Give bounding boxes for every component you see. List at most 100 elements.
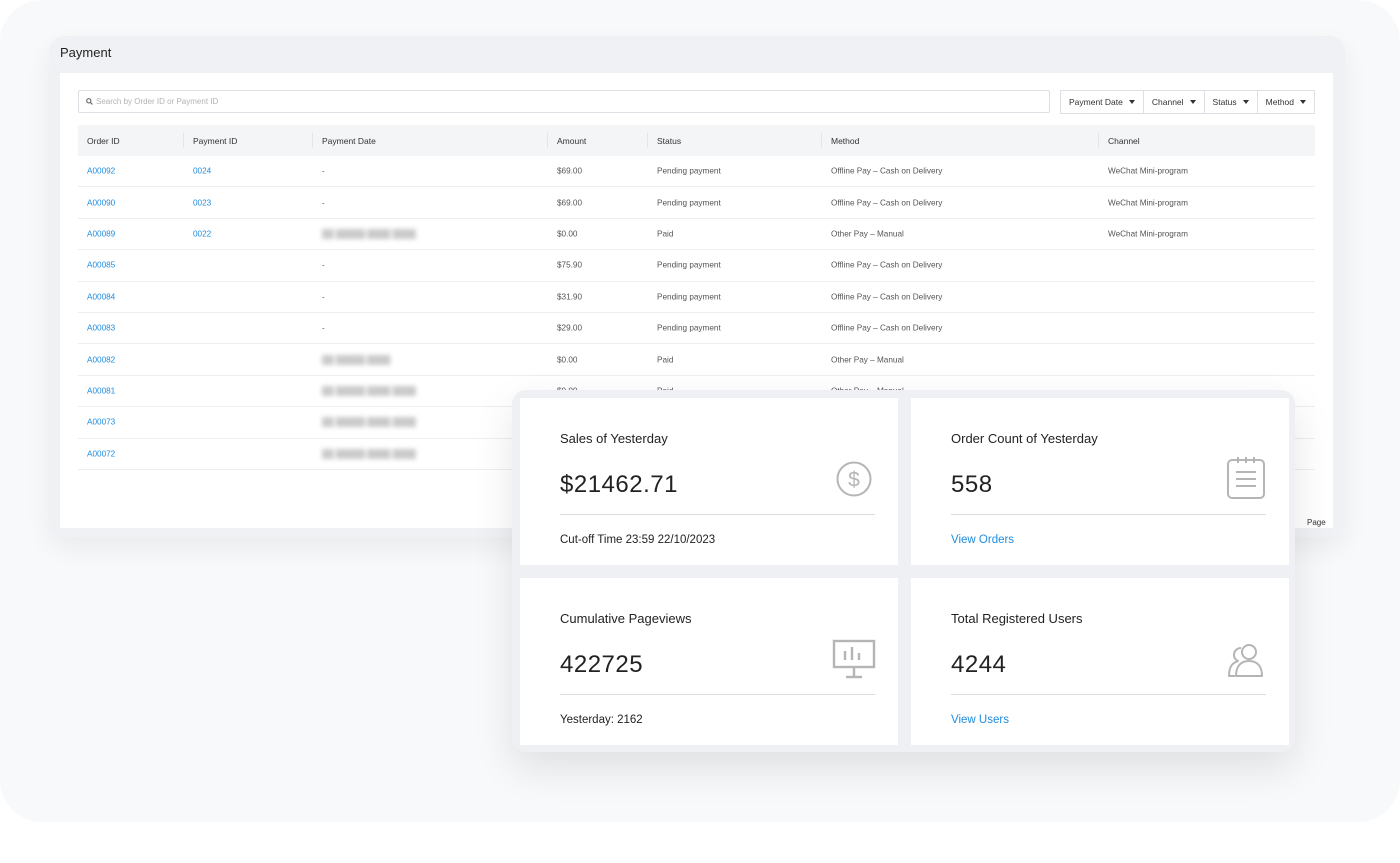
pageviews-card: Cumulative Pageviews 422725 Yesterday: 2…	[520, 578, 898, 745]
status-cell: Paid	[657, 229, 674, 239]
table-row[interactable]: A00089 0022 ██ █████ ████ ████ $0.00 Paid Oth…	[78, 219, 1315, 251]
table-row[interactable]: A00083 - $29.00 Pending payment Offline Pay …	[78, 313, 1315, 345]
filter-label: Channel	[1151, 97, 1184, 107]
filter-label: Status	[1212, 97, 1237, 107]
card-divider	[951, 514, 1266, 515]
filter-method[interactable]: Method	[1256, 90, 1316, 114]
order-id-link[interactable]: A00090	[87, 198, 115, 207]
card-label: Total Registered Users	[951, 611, 1083, 626]
channel-cell: WeChat Mini-program	[1108, 229, 1188, 239]
sales-card: Sales of Yesterday $21462.71 $ Cut-off T…	[520, 398, 898, 565]
column-header[interactable]: Method	[831, 136, 859, 146]
column-header[interactable]: Amount	[557, 136, 586, 146]
order-id-link[interactable]: A00073	[87, 418, 115, 427]
filter-label: Method	[1265, 97, 1295, 107]
status-cell: Pending payment	[657, 198, 721, 208]
order-id-link[interactable]: A00084	[87, 292, 115, 301]
channel-cell: WeChat Mini-program	[1108, 166, 1188, 176]
column-header[interactable]: Order ID	[87, 136, 120, 146]
caret-down-icon	[1189, 100, 1196, 104]
table-row[interactable]: A00085 - $75.90 Pending payment Offline Pay …	[78, 250, 1315, 282]
status-cell: Pending payment	[657, 260, 721, 270]
presentation-chart-icon	[832, 639, 876, 679]
method-cell: Other Pay – Manual	[831, 355, 904, 365]
filter-bar: Payment Date Channel Status Method	[1060, 90, 1316, 114]
svg-text:$: $	[848, 469, 860, 492]
status-cell: Pending payment	[657, 292, 721, 302]
payment-date-cell: ██ █████ ████ ████	[322, 449, 416, 459]
payment-date-cell: ██ █████ ████	[322, 355, 391, 365]
order-id-link[interactable]: A00083	[87, 324, 115, 333]
order-id-link[interactable]: A00072	[87, 449, 115, 458]
payment-date-cell: ██ █████ ████ ████	[322, 229, 416, 239]
filter-status[interactable]: Status	[1203, 90, 1258, 114]
caret-down-icon	[1300, 100, 1307, 104]
filter-payment-date[interactable]: Payment Date	[1060, 90, 1144, 114]
method-cell: Offline Pay – Cash on Delivery	[831, 292, 943, 302]
table-row[interactable]: A00082 ██ █████ ████ $0.00 Paid Other Pay – …	[78, 344, 1315, 376]
payment-date-cell: -	[322, 323, 325, 333]
amount-cell: $69.00	[557, 198, 583, 208]
column-header[interactable]: Channel	[1108, 136, 1140, 146]
order-id-link[interactable]: A00089	[87, 229, 115, 238]
payment-date-cell: -	[322, 292, 325, 302]
card-divider	[560, 694, 875, 695]
order-count-card: Order Count of Yesterday 558 View Orders	[911, 398, 1289, 565]
registered-users-card: Total Registered Users 4244 View Users	[911, 578, 1289, 745]
dollar-circle-icon: $	[836, 461, 872, 497]
filter-channel[interactable]: Channel	[1142, 90, 1205, 114]
payment-date-cell: -	[322, 260, 325, 270]
order-id-link[interactable]: A00081	[87, 386, 115, 395]
order-id-link[interactable]: A00082	[87, 355, 115, 364]
card-value: $21462.71	[560, 471, 678, 498]
caret-down-icon	[1242, 100, 1249, 104]
payment-date-cell: ██ █████ ████ ████	[322, 386, 416, 396]
column-header[interactable]: Status	[657, 136, 681, 146]
table-header: Order ID Payment ID Payment Date Amount …	[78, 125, 1315, 156]
order-id-link[interactable]: A00092	[87, 167, 115, 176]
method-cell: Offline Pay – Cash on Delivery	[831, 260, 943, 270]
amount-cell: $75.90	[557, 260, 583, 270]
amount-cell: $0.00	[557, 229, 578, 239]
status-cell: Pending payment	[657, 323, 721, 333]
view-users-link[interactable]: View Users	[951, 714, 1009, 726]
card-value: 558	[951, 471, 993, 498]
card-label: Order Count of Yesterday	[951, 431, 1098, 446]
table-row[interactable]: A00090 0023 - $69.00 Pending payment Offline …	[78, 187, 1315, 219]
table-row[interactable]: A00084 - $31.90 Pending payment Offline Pay …	[78, 282, 1315, 313]
card-footer: Cut-off Time 23:59 22/10/2023	[560, 534, 716, 546]
method-cell: Other Pay – Manual	[831, 229, 904, 239]
amount-cell: $31.90	[557, 292, 583, 302]
card-footer: Yesterday: 2162	[560, 714, 643, 726]
amount-cell: $29.00	[557, 323, 583, 333]
search-box[interactable]	[78, 90, 1050, 113]
caret-down-icon	[1128, 100, 1135, 104]
search-icon	[86, 98, 93, 105]
card-label: Cumulative Pageviews	[560, 611, 692, 626]
payment-id-link[interactable]: 0022	[193, 229, 211, 238]
users-icon	[1228, 644, 1263, 677]
view-orders-link[interactable]: View Orders	[951, 534, 1014, 546]
order-id-link[interactable]: A00085	[87, 261, 115, 270]
amount-cell: $0.00	[557, 355, 578, 365]
method-cell: Offline Pay – Cash on Delivery	[831, 166, 943, 176]
payment-id-link[interactable]: 0024	[193, 167, 211, 176]
card-value: 422725	[560, 651, 644, 678]
window-title: Payment	[60, 45, 112, 60]
payment-date-cell: ██ █████ ████ ████	[322, 417, 416, 427]
pagination-label: Page	[1307, 518, 1326, 527]
status-cell: Pending payment	[657, 166, 721, 176]
column-header[interactable]: Payment Date	[322, 136, 376, 146]
card-value: 4244	[951, 651, 1007, 678]
column-header[interactable]: Payment ID	[193, 136, 237, 146]
search-input[interactable]	[96, 97, 996, 106]
clipboard-icon	[1227, 457, 1265, 499]
dashboard-overlay: Sales of Yesterday $21462.71 $ Cut-off T…	[512, 390, 1295, 752]
table-row[interactable]: A00092 0024 - $69.00 Pending payment Offline …	[78, 156, 1315, 188]
method-cell: Offline Pay – Cash on Delivery	[831, 323, 943, 333]
payment-date-cell: -	[322, 198, 325, 208]
payment-id-link[interactable]: 0023	[193, 198, 211, 207]
channel-cell: WeChat Mini-program	[1108, 198, 1188, 208]
card-divider	[951, 694, 1266, 695]
method-cell: Offline Pay – Cash on Delivery	[831, 198, 943, 208]
